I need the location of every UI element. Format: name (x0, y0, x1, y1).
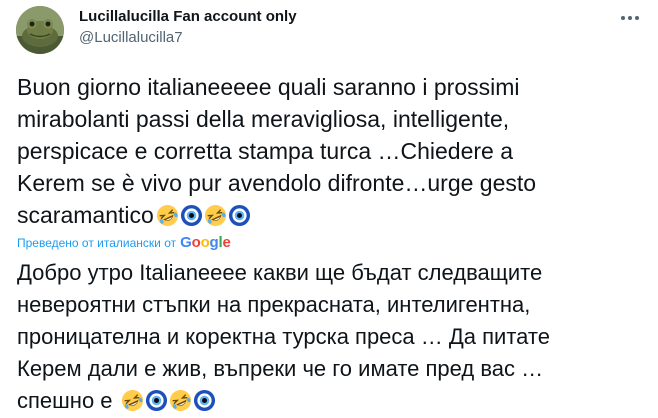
translated-text: Добро утро Italianeeee какви ще бъдат сл… (17, 260, 550, 413)
google-letter: e (222, 234, 231, 251)
display-name[interactable]: Lucillalucilla Fan account only (79, 8, 297, 25)
tweet: Lucillalucilla Fan account only @Lucilla… (0, 0, 658, 418)
rolling-laughing-emoji-icon (156, 204, 178, 227)
avatar[interactable] (16, 6, 64, 54)
tweet-body: Buon giorno italianeeeee quali saranno i… (17, 71, 642, 231)
tweet-text-emojis (156, 204, 251, 227)
google-letter: g (209, 234, 219, 251)
nazar-amulet-emoji-icon (193, 389, 215, 412)
google-letter: o (200, 234, 210, 251)
google-logo: Google (180, 234, 231, 251)
rolling-laughing-emoji-icon (169, 389, 191, 412)
nazar-amulet-emoji-icon (180, 204, 202, 227)
tweet-text: Buon giorno italianeeeee quali saranno i… (17, 74, 537, 228)
translation-note-text: Преведено от италиански от (17, 235, 177, 250)
more-options-button[interactable] (616, 8, 644, 28)
more-horizontal-icon (621, 16, 639, 20)
user-handle[interactable]: @Lucillalucilla7 (79, 29, 183, 46)
translated-text-emojis (121, 389, 216, 412)
google-letter: G (180, 234, 192, 251)
translation-attribution[interactable]: Преведено от италиански от Google (17, 234, 231, 251)
rolling-laughing-emoji-icon (204, 204, 226, 227)
frog-avatar-icon (16, 6, 64, 54)
google-letter: o (191, 234, 201, 251)
translated-body: Добро утро Italianeeee какви ще бъдат сл… (17, 257, 647, 417)
nazar-amulet-emoji-icon (145, 389, 167, 412)
rolling-laughing-emoji-icon (121, 389, 143, 412)
nazar-amulet-emoji-icon (228, 204, 250, 227)
